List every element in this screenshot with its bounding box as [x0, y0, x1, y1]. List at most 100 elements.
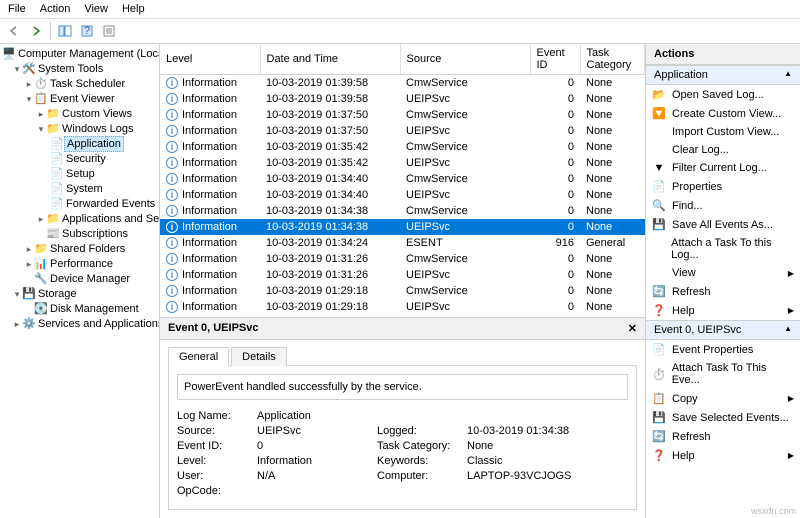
collapse-icon: ▲	[784, 324, 792, 336]
table-row[interactable]: iInformation10-03-2019 01:35:42CmwServic…	[160, 139, 645, 155]
log-icon: 📄	[50, 197, 64, 210]
expand-icon[interactable]: ▾	[12, 289, 22, 300]
table-row[interactable]: iInformation10-03-2019 01:34:40CmwServic…	[160, 171, 645, 187]
action-help-event[interactable]: ❓Help▶	[646, 446, 800, 465]
tree-task-scheduler[interactable]: Task Scheduler	[48, 77, 127, 91]
label-opcode: OpCode:	[177, 485, 257, 497]
tree-shared-folders[interactable]: Shared Folders	[48, 242, 127, 256]
table-row[interactable]: iInformation10-03-2019 01:35:42UEIPSvc0N…	[160, 155, 645, 171]
back-button[interactable]	[4, 21, 24, 41]
expand-icon[interactable]: ▸	[24, 244, 34, 255]
tree-setup[interactable]: Setup	[64, 167, 97, 181]
nav-tree[interactable]: 🖥️Computer Management (Local) ▾🛠️System …	[0, 44, 160, 518]
menu-view[interactable]: View	[84, 3, 108, 15]
action-refresh[interactable]: 🔄Refresh	[646, 282, 800, 301]
action-import-custom-view[interactable]: Import Custom View...	[646, 123, 800, 141]
expand-icon[interactable]: ▾	[24, 94, 34, 105]
table-row[interactable]: iInformation10-03-2019 01:34:40UEIPSvc0N…	[160, 187, 645, 203]
table-row[interactable]: iInformation10-03-2019 01:34:38UEIPSvc0N…	[160, 219, 645, 235]
help-button[interactable]: ?	[77, 21, 97, 41]
expand-icon[interactable]: ▸	[24, 259, 34, 270]
expand-icon[interactable]: ▸	[36, 214, 46, 225]
tree-windows-logs[interactable]: Windows Logs	[60, 122, 136, 136]
tree-custom-views[interactable]: Custom Views	[60, 107, 134, 121]
table-row[interactable]: iInformation10-03-2019 01:39:58CmwServic…	[160, 75, 645, 92]
tree-system-tools[interactable]: System Tools	[36, 62, 105, 76]
tree-apps-services[interactable]: Applications and Services Logs	[60, 212, 160, 226]
chevron-right-icon: ▶	[788, 451, 794, 460]
action-view[interactable]: View▶	[646, 264, 800, 282]
tab-general[interactable]: General	[168, 347, 229, 366]
label-logname: Log Name:	[177, 410, 257, 422]
actions-section-application[interactable]: Application▲	[646, 65, 800, 85]
subscriptions-icon: 📰	[46, 227, 60, 240]
separator	[50, 22, 51, 40]
close-icon[interactable]: ✕	[628, 322, 637, 335]
table-row[interactable]: iInformation10-03-2019 01:37:50UEIPSvc0N…	[160, 123, 645, 139]
action-clear-log[interactable]: Clear Log...	[646, 141, 800, 159]
tree-application[interactable]: Application	[64, 136, 124, 152]
action-save-all[interactable]: 💾Save All Events As...	[646, 215, 800, 234]
forward-button[interactable]	[26, 21, 46, 41]
col-source[interactable]: Source	[400, 44, 530, 75]
action-attach-task-event[interactable]: ⏱️Attach Task To This Eve...	[646, 359, 800, 389]
tree-subscriptions[interactable]: Subscriptions	[60, 227, 130, 241]
col-level[interactable]: Level	[160, 44, 260, 75]
actions-section-event[interactable]: Event 0, UEIPSvc▲	[646, 320, 800, 340]
table-row[interactable]: iInformation10-03-2019 01:29:18UEIPSvc0N…	[160, 299, 645, 315]
action-event-properties[interactable]: 📄Event Properties	[646, 340, 800, 359]
funnel-icon: ▼	[652, 162, 666, 174]
col-task[interactable]: Task Category	[580, 44, 645, 75]
info-icon: i	[166, 237, 178, 249]
action-create-custom-view[interactable]: 🔽Create Custom View...	[646, 104, 800, 123]
action-copy[interactable]: 📋Copy▶	[646, 389, 800, 408]
action-attach-task[interactable]: Attach a Task To this Log...	[646, 234, 800, 264]
action-help[interactable]: ❓Help▶	[646, 301, 800, 320]
expand-icon[interactable]: ▾	[12, 64, 22, 75]
tree-forwarded[interactable]: Forwarded Events	[64, 197, 157, 211]
value-eventid: 0	[257, 440, 377, 452]
event-grid[interactable]: Level Date and Time Source Event ID Task…	[160, 44, 645, 318]
table-row[interactable]: iInformation10-03-2019 01:34:38CmwServic…	[160, 203, 645, 219]
show-hide-button[interactable]	[55, 21, 75, 41]
log-icon: 📄	[50, 152, 64, 165]
tree-security[interactable]: Security	[64, 152, 108, 166]
tree-event-viewer[interactable]: Event Viewer	[48, 92, 117, 106]
table-row[interactable]: iInformation10-03-2019 01:29:18CmwServic…	[160, 283, 645, 299]
properties-button[interactable]	[99, 21, 119, 41]
action-refresh-event[interactable]: 🔄Refresh	[646, 427, 800, 446]
menu-help[interactable]: Help	[122, 3, 145, 15]
table-row[interactable]: iInformation10-03-2019 01:31:26CmwServic…	[160, 251, 645, 267]
tree-performance[interactable]: Performance	[48, 257, 115, 271]
label-logged: Logged:	[377, 425, 467, 437]
expand-icon[interactable]: ▸	[12, 319, 22, 330]
expand-icon[interactable]: ▾	[36, 124, 46, 135]
tab-details[interactable]: Details	[231, 347, 287, 366]
col-eventid[interactable]: Event ID	[530, 44, 580, 75]
info-icon: i	[166, 157, 178, 169]
table-row[interactable]: iInformation10-03-2019 01:37:50CmwServic…	[160, 107, 645, 123]
action-find[interactable]: 🔍Find...	[646, 196, 800, 215]
action-filter-log[interactable]: ▼Filter Current Log...	[646, 159, 800, 177]
expand-icon[interactable]: ▸	[36, 109, 46, 120]
tree-disk-management[interactable]: Disk Management	[48, 302, 141, 316]
table-row[interactable]: iInformation10-03-2019 01:31:26UEIPSvc0N…	[160, 267, 645, 283]
action-properties[interactable]: 📄Properties	[646, 177, 800, 196]
table-row[interactable]: iInformation10-03-2019 01:39:58UEIPSvc0N…	[160, 91, 645, 107]
label-eventid: Event ID:	[177, 440, 257, 452]
menu-file[interactable]: File	[8, 3, 26, 15]
action-open-saved-log[interactable]: 📂Open Saved Log...	[646, 85, 800, 104]
expand-icon[interactable]: ▸	[24, 79, 34, 90]
tree-root[interactable]: Computer Management (Local)	[16, 47, 160, 61]
info-icon: i	[166, 109, 178, 121]
tree-device-manager[interactable]: Device Manager	[48, 272, 132, 286]
value-logged: 10-03-2019 01:34:38	[467, 425, 628, 437]
table-row[interactable]: iInformation10-03-2019 01:34:24ESENT916G…	[160, 235, 645, 251]
tree-system[interactable]: System	[64, 182, 105, 196]
col-date[interactable]: Date and Time	[260, 44, 400, 75]
menu-action[interactable]: Action	[40, 3, 71, 15]
tree-services-apps[interactable]: Services and Applications	[36, 317, 160, 331]
info-icon: i	[166, 221, 178, 233]
action-save-selected[interactable]: 💾Save Selected Events...	[646, 408, 800, 427]
tree-storage[interactable]: Storage	[36, 287, 79, 301]
